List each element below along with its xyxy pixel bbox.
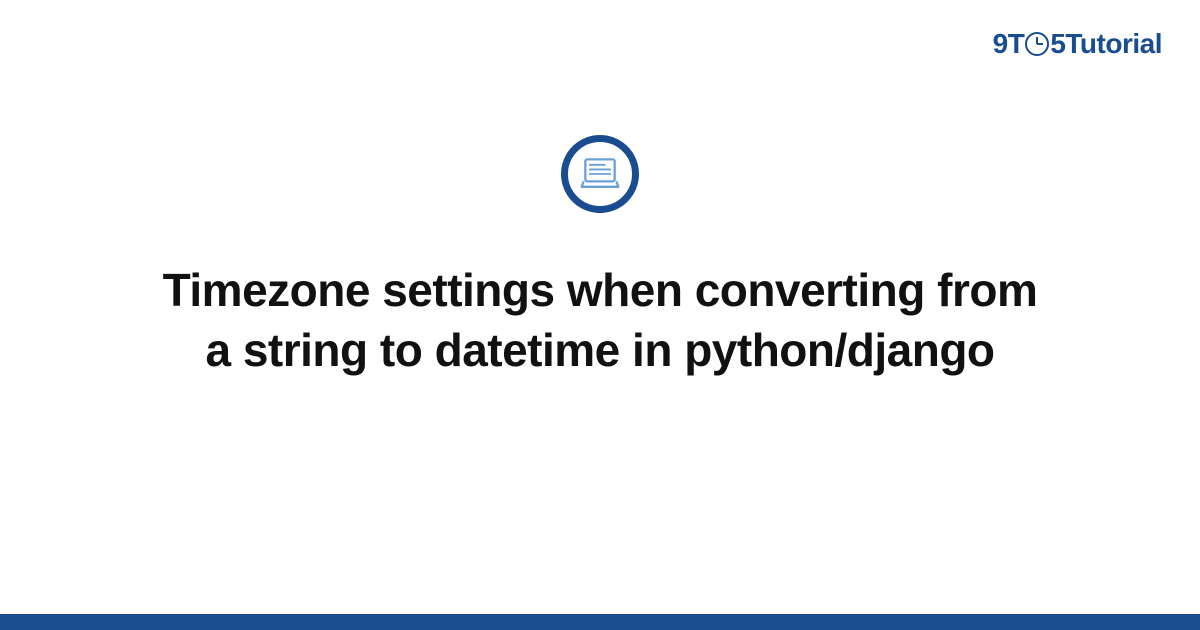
footer-accent-bar [0, 614, 1200, 630]
page-icon-circle [561, 135, 639, 213]
page-title: Timezone settings when converting from a… [150, 261, 1050, 381]
logo-tutorial: Tutorial [1065, 28, 1162, 60]
site-logo: 9T 5 Tutorial [993, 28, 1162, 60]
logo-prefix: 9T [993, 28, 1025, 60]
main-content: Timezone settings when converting from a… [0, 135, 1200, 381]
laptop-icon [578, 152, 622, 196]
logo-suffix: 5 [1050, 28, 1065, 60]
clock-icon [1025, 32, 1049, 56]
